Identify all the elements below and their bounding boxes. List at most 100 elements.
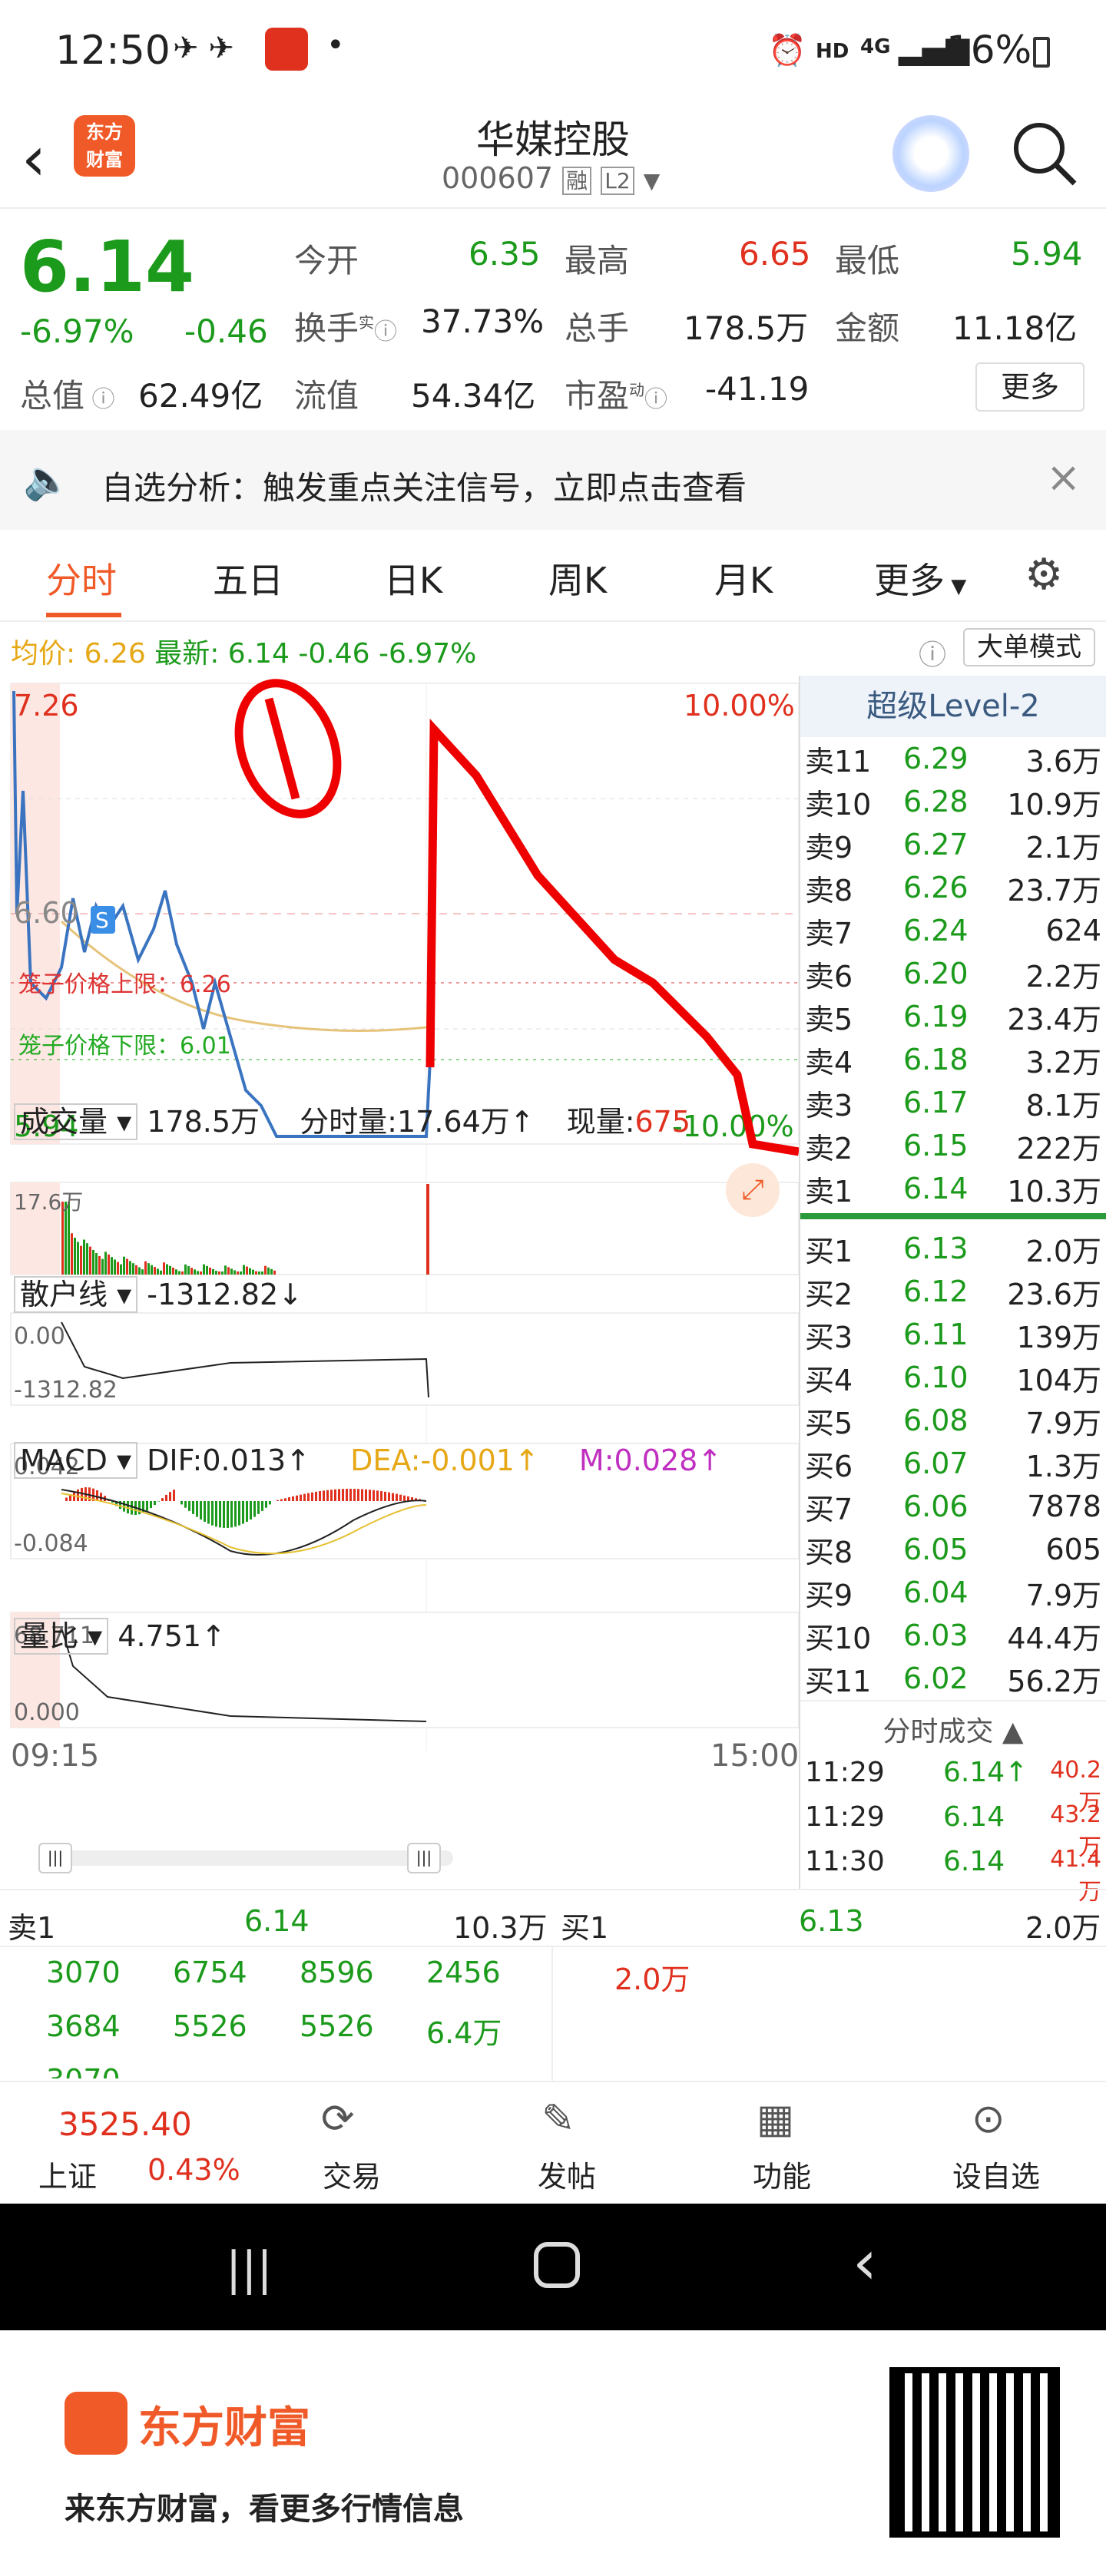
notice-bar[interactable]: 🔈 自选分析：触发重点关注信号，立即点击查看 × xyxy=(0,430,1106,530)
bid-row[interactable]: 买8 6.05 605 xyxy=(800,1528,1106,1571)
macd-bar xyxy=(303,1493,306,1501)
tick-volume: 41.4万 xyxy=(1050,1846,1101,1906)
ask-row[interactable]: 卖10 6.28 10.9万 xyxy=(800,780,1106,823)
home-icon[interactable] xyxy=(534,2242,580,2288)
close-icon[interactable]: × xyxy=(1046,453,1081,501)
bid-volume: 56.2万 xyxy=(1007,1664,1101,1698)
low-label: 最低 xyxy=(835,242,900,279)
quote-panel: 6.14 -6.97% -0.46 总值 ⓘ 62.49亿 今开 6.35 最高… xyxy=(0,207,1106,430)
macd-bar xyxy=(315,1491,317,1501)
index-value[interactable]: 3525.40 xyxy=(58,2105,192,2143)
price-axis-top: 7.26 xyxy=(14,689,79,723)
tab-intraday[interactable]: 分时 xyxy=(46,553,117,603)
big-order-mode-button[interactable]: 大单模式 xyxy=(963,628,1095,666)
macd-bar xyxy=(280,1499,283,1501)
bid-level: 买10 xyxy=(805,1621,872,1655)
chevron-down-icon: ▼ xyxy=(643,168,661,193)
tab-more[interactable]: 更多 ▼ xyxy=(874,553,966,603)
bid-level: 买1 xyxy=(805,1234,853,1268)
function-button[interactable]: 功能 xyxy=(753,2153,811,2195)
trade-button[interactable]: 交易 xyxy=(323,2153,381,2195)
macd-bar xyxy=(296,1495,298,1501)
macd-selector[interactable]: MACD ▾ xyxy=(14,1442,138,1479)
stock-code-row[interactable]: 000607 融 L2 ▼ xyxy=(442,161,660,195)
macd-bar xyxy=(276,1500,279,1501)
expand-icon[interactable]: ⤢ xyxy=(726,1163,780,1217)
ask-volume: 23.4万 xyxy=(1007,1002,1101,1037)
queue-order: 8596 xyxy=(300,1956,374,1989)
search-icon[interactable] xyxy=(1010,119,1079,188)
tab-five-day[interactable]: 五日 xyxy=(213,553,283,603)
macd-bar xyxy=(150,1501,152,1509)
macd-bar xyxy=(169,1492,171,1501)
ask-row[interactable]: 卖1 6.14 10.3万 xyxy=(800,1167,1106,1210)
ask-volume: 23.7万 xyxy=(1007,873,1101,908)
macd-bar xyxy=(200,1501,202,1519)
bid-row[interactable]: 买7 6.06 7878 xyxy=(800,1485,1106,1528)
retail-axis-bottom: -1312.82 xyxy=(14,1377,118,1404)
ask-row[interactable]: 卖5 6.19 23.4万 xyxy=(800,995,1106,1038)
robot-assistant-icon[interactable] xyxy=(892,115,969,192)
macd-bar xyxy=(284,1498,286,1501)
help-icon[interactable]: ⓘ xyxy=(919,633,946,673)
retail-selector[interactable]: 散户线 ▾ xyxy=(14,1276,138,1313)
network-indicator: 4G xyxy=(860,35,891,58)
bid-row[interactable]: 买11 6.02 56.2万 xyxy=(800,1657,1106,1700)
latest-pct: -6.97% xyxy=(379,638,477,670)
volume-selector[interactable]: 成交量 ▾ xyxy=(14,1103,138,1140)
ask-row[interactable]: 卖7 6.24 624 xyxy=(800,909,1106,952)
macd-bar xyxy=(307,1493,310,1501)
ratio-header: 量比 ▾ 4.751↑ xyxy=(14,1612,226,1655)
macd-bar xyxy=(146,1501,148,1511)
queue-row: 3070 xyxy=(46,2063,553,2078)
range-handle-left[interactable]: ||| xyxy=(38,1843,72,1873)
ask-row[interactable]: 卖11 6.29 3.6万 xyxy=(800,737,1106,780)
tab-monthly-k[interactable]: 月K xyxy=(714,553,773,603)
ask-row[interactable]: 卖8 6.26 23.7万 xyxy=(800,866,1106,909)
range-handle-right[interactable]: ||| xyxy=(407,1843,441,1873)
ask-price: 6.28 xyxy=(903,785,969,818)
ask-row[interactable]: 卖4 6.18 3.2万 xyxy=(800,1038,1106,1081)
ask-row[interactable]: 卖6 6.20 2.2万 xyxy=(800,952,1106,995)
tab-weekly-k[interactable]: 周K xyxy=(548,553,607,603)
change-percent: -6.97% xyxy=(20,312,134,350)
now-volume: 675 xyxy=(634,1105,691,1139)
recents-icon[interactable]: ||| xyxy=(226,2242,273,2296)
ask-row[interactable]: 卖9 6.27 2.1万 xyxy=(800,823,1106,866)
macd-bar xyxy=(403,1495,406,1501)
queue-order: 5526 xyxy=(173,2009,247,2043)
time-range-track[interactable] xyxy=(38,1850,453,1866)
macd-m: M:0.028↑ xyxy=(578,1443,723,1477)
bid-row[interactable]: 买9 6.04 7.9万 xyxy=(800,1571,1106,1614)
ask-level: 卖5 xyxy=(805,1002,853,1037)
alarm-icon: ⏰ xyxy=(768,33,806,68)
bottom-toolbar: 3525.40 上证 0.43% ⟳ 交易 ✎ 发帖 ▦ 功能 ⊙ 设自选 xyxy=(0,2081,1106,2204)
more-button[interactable]: 更多 xyxy=(975,362,1084,412)
cage-upper-label: 笼子价格上限：6.26 xyxy=(18,971,231,998)
bid-row[interactable]: 买5 6.08 7.9万 xyxy=(800,1399,1106,1442)
bid-row[interactable]: 买4 6.10 104万 xyxy=(800,1356,1106,1399)
back-nav-icon[interactable]: ‹ xyxy=(853,2227,877,2298)
ask-row[interactable]: 卖3 6.17 8.1万 xyxy=(800,1081,1106,1124)
bid-row[interactable]: 买3 6.11 139万 xyxy=(800,1313,1106,1356)
macd-bar xyxy=(396,1493,398,1501)
bid-row[interactable]: 买2 6.12 23.6万 xyxy=(800,1270,1106,1313)
settings-gear-icon[interactable]: ⚙ xyxy=(1025,550,1063,600)
ratio-selector[interactable]: 量比 ▾ xyxy=(14,1618,109,1655)
ask-row[interactable]: 卖2 6.15 222万 xyxy=(800,1124,1106,1167)
bid-volume: 7.9万 xyxy=(1025,1578,1101,1612)
level2-header[interactable]: 超级Level-2 xyxy=(800,676,1106,737)
bid-row[interactable]: 买6 6.07 1.3万 xyxy=(800,1442,1106,1485)
footer-slogan: 来东方财富，看更多行情信息 xyxy=(65,2492,464,2527)
bid-row[interactable]: 买1 6.13 2.0万 xyxy=(800,1227,1106,1270)
volume-bar xyxy=(71,1233,73,1275)
bid-price: 6.08 xyxy=(903,1404,969,1437)
macd-bar xyxy=(81,1487,83,1501)
volume-value: 178.5万 xyxy=(684,309,809,347)
bid-row[interactable]: 买10 6.03 44.4万 xyxy=(800,1614,1106,1657)
ask-volume: 624 xyxy=(1045,914,1101,947)
chart-tabs: 分时 五日 日K 周K 月K 更多 ▼ ⚙ xyxy=(0,530,1106,622)
post-button[interactable]: 发帖 xyxy=(538,2153,596,2195)
tab-daily-k[interactable]: 日K xyxy=(384,553,442,603)
add-watchlist-button[interactable]: 设自选 xyxy=(952,2153,1040,2195)
